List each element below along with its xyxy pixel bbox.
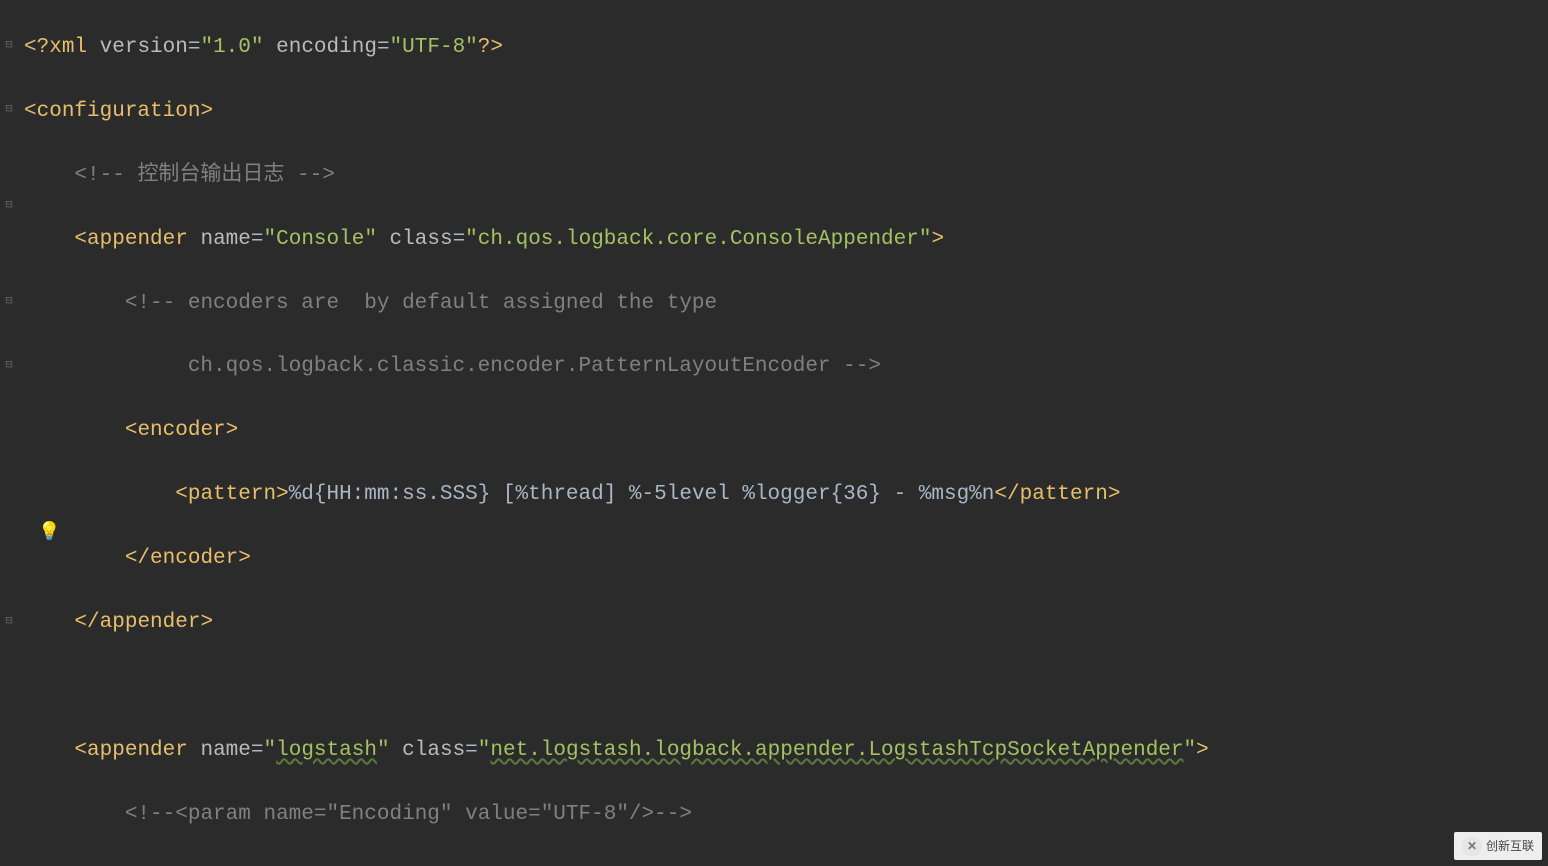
code-area[interactable]: <?xml version="1.0" encoding="UTF-8"?> <…: [20, 0, 1548, 866]
code-line: <!-- encoders are by default assigned th…: [24, 288, 1548, 320]
code-line: <configuration>: [24, 96, 1548, 128]
code-line: <pattern>%d{HH:mm:ss.SSS} [%thread] %-5l…: [24, 479, 1548, 511]
code-line: <appender name="logstash" class="net.log…: [24, 735, 1548, 767]
code-line: <appender name="Console" class="ch.qos.l…: [24, 224, 1548, 256]
watermark-text: 创新互联: [1486, 837, 1534, 855]
code-line: <!-- 控制台输出日志 -->: [24, 160, 1548, 192]
watermark-icon: ✕: [1462, 836, 1482, 856]
code-line: </appender>: [24, 607, 1548, 639]
code-line: </encoder>: [24, 543, 1548, 575]
code-line: <?xml version="1.0" encoding="UTF-8"?>: [24, 32, 1548, 64]
code-line: <!--<param name="Encoding" value="UTF-8"…: [24, 799, 1548, 831]
code-editor[interactable]: ⊟ ⊟ ⊟ ⊟ ⊟ ⊟ 💡 <?xml version="1.0" encodi…: [0, 0, 1548, 866]
gutter: ⊟ ⊟ ⊟ ⊟ ⊟ ⊟ 💡: [0, 0, 20, 866]
code-line: [24, 671, 1548, 703]
code-line: <encoder>: [24, 415, 1548, 447]
watermark: ✕ 创新互联: [1454, 832, 1542, 860]
code-line: ch.qos.logback.classic.encoder.PatternLa…: [24, 351, 1548, 383]
